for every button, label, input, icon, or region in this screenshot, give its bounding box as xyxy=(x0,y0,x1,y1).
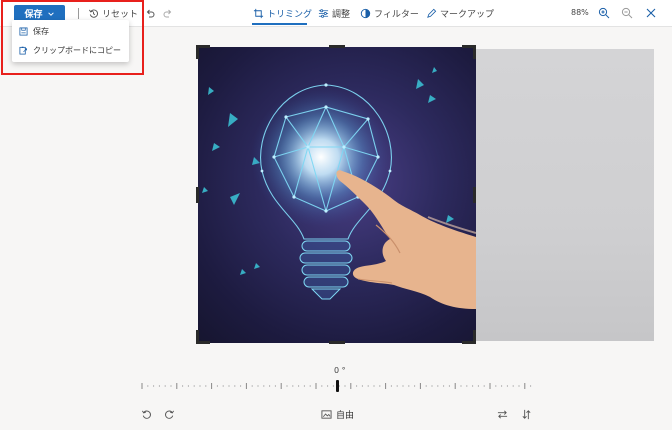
rotation-slider-thumb[interactable] xyxy=(336,380,339,392)
crop-icon xyxy=(253,8,264,19)
crop-handle-top-center[interactable] xyxy=(329,45,345,48)
zoom-out-icon xyxy=(621,7,633,19)
tab-filter[interactable]: フィルター xyxy=(360,6,419,21)
adjust-icon xyxy=(318,9,329,18)
zoom-in-icon xyxy=(598,7,610,19)
rotate-left-icon xyxy=(141,410,151,419)
crop-handle-top-left-v[interactable] xyxy=(196,45,199,59)
flip-vertical-button[interactable] xyxy=(521,409,532,420)
tab-adjust-label: 調整 xyxy=(332,10,351,20)
zoom-in-button[interactable] xyxy=(598,7,610,19)
tab-crop[interactable]: トリミング xyxy=(253,6,312,21)
flip-horizontal-icon xyxy=(497,410,508,419)
tab-crop-label: トリミング xyxy=(267,10,313,20)
tab-adjust[interactable]: 調整 xyxy=(318,6,350,21)
redo-button[interactable] xyxy=(162,7,174,19)
undo-icon xyxy=(146,9,155,18)
flip-vertical-icon xyxy=(522,409,531,420)
pen-icon xyxy=(427,8,437,18)
aspect-ratio-icon xyxy=(321,410,332,419)
tab-filter-label: フィルター xyxy=(374,10,419,20)
undo-button[interactable] xyxy=(144,7,156,19)
zoom-level: 88% xyxy=(571,8,589,17)
rotate-right-button[interactable] xyxy=(164,409,175,420)
aspect-ratio-button[interactable]: 自由 xyxy=(321,408,354,421)
filter-icon xyxy=(360,8,371,19)
annotation-highlight-box xyxy=(1,0,144,75)
rotation-slider[interactable] xyxy=(140,378,535,394)
zoom-out-button[interactable] xyxy=(621,7,633,19)
tab-markup-label: マークアップ xyxy=(440,10,495,20)
redo-icon xyxy=(163,9,172,18)
crop-handle-right-center[interactable] xyxy=(473,187,476,203)
canvas-outside-crop xyxy=(476,49,654,341)
flip-horizontal-button[interactable] xyxy=(497,409,508,420)
crop-handle-bottom-left-v[interactable] xyxy=(196,330,199,344)
crop-handle-bottom-right-v[interactable] xyxy=(473,330,476,344)
rotate-left-button[interactable] xyxy=(141,409,152,420)
tab-markup[interactable]: マークアップ xyxy=(426,6,494,21)
photo-lightbulb-hand xyxy=(198,47,476,343)
close-button[interactable] xyxy=(645,7,657,19)
crop-handle-top-right-v[interactable] xyxy=(473,45,476,59)
crop-handle-left-center[interactable] xyxy=(196,187,199,203)
rotate-right-icon xyxy=(165,410,175,419)
close-icon xyxy=(646,8,656,18)
rotation-angle-value: 0 ° xyxy=(334,366,346,375)
crop-handle-bottom-center[interactable] xyxy=(329,341,345,344)
active-tab-indicator xyxy=(252,23,307,25)
aspect-ratio-label: 自由 xyxy=(336,411,355,421)
